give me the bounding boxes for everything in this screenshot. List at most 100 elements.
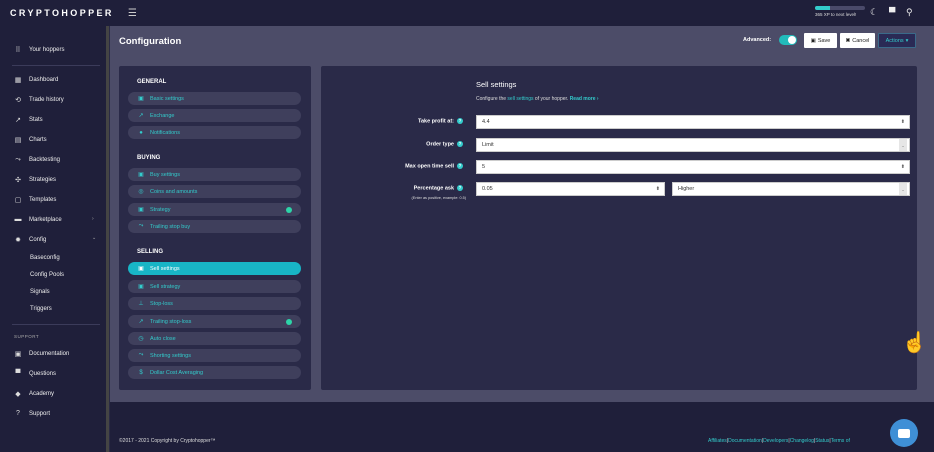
sidebar-item-label: Dashboard xyxy=(29,77,59,83)
footer-link-affiliates[interactable]: Affiliates xyxy=(708,438,727,444)
sidebar-item-backtesting[interactable]: ⤳ Backtesting xyxy=(13,156,60,164)
sidebar-item-marketplace[interactable]: ▬ Marketplace xyxy=(13,216,62,223)
status-dot xyxy=(286,318,292,325)
menu-item-sell-settings[interactable]: ▣ Sell settings xyxy=(128,262,301,275)
sidebar-item-your-hoppers[interactable]: ⠿ Your hoppers xyxy=(13,46,64,54)
stepper-icon[interactable]: ⬍ xyxy=(656,186,660,192)
advanced-label: Advanced: xyxy=(743,37,772,43)
sidebar-item-trade-history[interactable]: ⟲ Trade history xyxy=(13,96,64,104)
academy-icon: ◆ xyxy=(15,391,21,398)
sidebar-item-label: Your hoppers xyxy=(29,47,65,53)
menu-item-sell-strategy[interactable]: ▣ Sell strategy xyxy=(128,280,301,293)
sidebar-item-templates[interactable]: ▢ Templates xyxy=(13,196,57,204)
sidebar-item-label: Charts xyxy=(29,137,47,143)
sidebar-item-strategies[interactable]: ✣ Strategies xyxy=(13,176,56,184)
percentage-ask-hint: (Enter as positive, example: 0.5) xyxy=(411,196,466,200)
sidebar-item-charts[interactable]: ▤ Charts xyxy=(13,136,47,144)
sidebar-sub-config-pools[interactable]: Config Pools xyxy=(30,272,64,278)
footer-link-terms[interactable]: Terms of xyxy=(831,438,850,444)
footer-link-changelog[interactable]: Changelog xyxy=(790,438,814,444)
sidebar-item-label: Support xyxy=(29,410,51,417)
footer-links: Affiliates|Documentation|Developers|Chan… xyxy=(708,438,850,444)
menu-item-stop-loss[interactable]: ⊥ Stop-loss xyxy=(128,297,301,310)
actions-button[interactable]: Actions ▾ xyxy=(878,33,916,48)
sidebar-sub-triggers[interactable]: Triggers xyxy=(30,306,52,312)
gear-icon: ✹ xyxy=(15,237,21,244)
menu-item-notifications[interactable]: ● Notifications xyxy=(128,126,301,139)
footer-link-documentation[interactable]: Documentation xyxy=(728,438,762,444)
clock-icon: ◷ xyxy=(138,336,144,342)
menu-item-dollar-cost-averaging[interactable]: $ Dollar Cost Averaging xyxy=(128,366,301,379)
moon-icon[interactable]: ☾ xyxy=(870,7,878,18)
menu-item-trailing-stop-loss[interactable]: ↗ Trailing stop-loss xyxy=(128,315,301,328)
strategy-icon: ▣ xyxy=(138,284,144,290)
sidebar-item-label: Documentation xyxy=(29,351,70,357)
chat-icon[interactable]: ▀ xyxy=(889,7,895,17)
sell-settings-link[interactable]: sell settings xyxy=(507,96,533,102)
sidebar-item-label: Questions xyxy=(29,370,57,377)
menu-item-strategy[interactable]: ▣ Strategy xyxy=(128,203,301,216)
chat-icon xyxy=(898,428,910,438)
sidebar-divider xyxy=(12,324,100,325)
sidebar-item-dashboard[interactable]: ▦ Dashboard xyxy=(13,76,59,84)
order-type-select[interactable]: Limit ⌄ xyxy=(476,138,910,152)
max-open-time-input[interactable]: 5 ⬍ xyxy=(476,160,910,174)
chat-widget-button[interactable] xyxy=(890,419,918,447)
shorting-icon: ⤳ xyxy=(138,352,144,358)
close-icon: ✖ xyxy=(845,37,851,44)
sidebar-item-questions[interactable]: ▀ Questions xyxy=(13,370,57,377)
menu-item-shorting-settings[interactable]: ⤳ Shorting settings xyxy=(128,349,301,362)
menu-item-auto-close[interactable]: ◷ Auto close xyxy=(128,332,301,345)
trailing-icon: ⤳ xyxy=(138,223,144,229)
hamburger-icon[interactable]: ☰ xyxy=(128,8,137,19)
advanced-toggle[interactable] xyxy=(779,35,797,45)
menu-item-trailing-stop-buy[interactable]: ⤳ Trailing stop buy xyxy=(128,220,301,233)
take-profit-input[interactable]: 4.4 ⬍ xyxy=(476,115,910,129)
sidebar-sub-signals[interactable]: Signals xyxy=(30,289,50,295)
menu-item-basic-settings[interactable]: ▣ Basic settings xyxy=(128,92,301,105)
logo[interactable]: CRYPTOHOPPER xyxy=(10,8,114,18)
main-header: Configuration Advanced: ▣ Save ✖ Cancel … xyxy=(110,26,934,56)
section-heading-general: GENERAL xyxy=(137,79,167,85)
percentage-direction-select[interactable]: Higher ⌄ xyxy=(672,182,910,196)
help-icon[interactable]: ? xyxy=(457,141,463,147)
sidebar-item-stats[interactable]: ↗ Stats xyxy=(13,116,43,124)
sidebar-divider xyxy=(12,65,100,66)
cancel-button[interactable]: ✖ Cancel xyxy=(840,33,875,48)
bell-icon: ● xyxy=(139,129,143,136)
exchange-icon: ↗ xyxy=(138,113,144,119)
sidebar-item-support[interactable]: ? Support xyxy=(13,410,50,417)
stepper-icon[interactable]: ⬍ xyxy=(901,164,905,170)
sidebar-item-documentation[interactable]: ▣ Documentation xyxy=(13,350,70,358)
menu-item-exchange[interactable]: ↗ Exchange xyxy=(128,109,301,122)
sidebar-item-label: Strategies xyxy=(29,177,57,183)
save-icon: ▣ xyxy=(810,37,816,44)
section-heading-buying: BUYING xyxy=(137,155,161,161)
menu-item-buy-settings[interactable]: ▣ Buy settings xyxy=(128,168,301,181)
footer-link-status[interactable]: Status xyxy=(815,438,829,444)
save-button[interactable]: ▣ Save xyxy=(804,33,837,48)
xp-text: 365 XP to next level! xyxy=(815,12,857,17)
backtesting-icon: ⤳ xyxy=(15,156,21,163)
help-icon[interactable]: ? xyxy=(457,163,463,169)
grid-icon: ⠿ xyxy=(15,47,21,54)
sidebar-item-label: Marketplace xyxy=(29,216,62,223)
page-title: Configuration xyxy=(119,36,182,47)
sidebar-item-academy[interactable]: ◆ Academy xyxy=(13,390,54,398)
sidebar-item-label: Config xyxy=(29,237,47,243)
sidebar-item-config[interactable]: ✹ Config xyxy=(13,236,46,244)
copyright: ©2017 - 2021 Copyright by Cryptohopper™ xyxy=(119,438,216,444)
help-icon[interactable]: ? xyxy=(457,185,463,191)
sidebar-item-label: Templates xyxy=(29,197,57,203)
read-more-link[interactable]: Read more › xyxy=(570,96,599,102)
marketplace-icon: ▬ xyxy=(14,216,22,223)
percentage-ask-input[interactable]: 0.05 ⬍ xyxy=(476,182,665,196)
sidebar-sub-baseconfig[interactable]: Baseconfig xyxy=(30,255,60,261)
menu-item-coins-and-amounts[interactable]: ◎ Coins and amounts xyxy=(128,185,301,198)
help-icon[interactable]: ? xyxy=(457,118,463,124)
footer-link-developers[interactable]: Developers xyxy=(763,438,788,444)
stepper-icon[interactable]: ⬍ xyxy=(901,119,905,125)
coins-icon: ◎ xyxy=(138,189,144,195)
user-icon[interactable]: ⚲ xyxy=(906,7,913,18)
trailing-icon: ↗ xyxy=(138,319,144,325)
